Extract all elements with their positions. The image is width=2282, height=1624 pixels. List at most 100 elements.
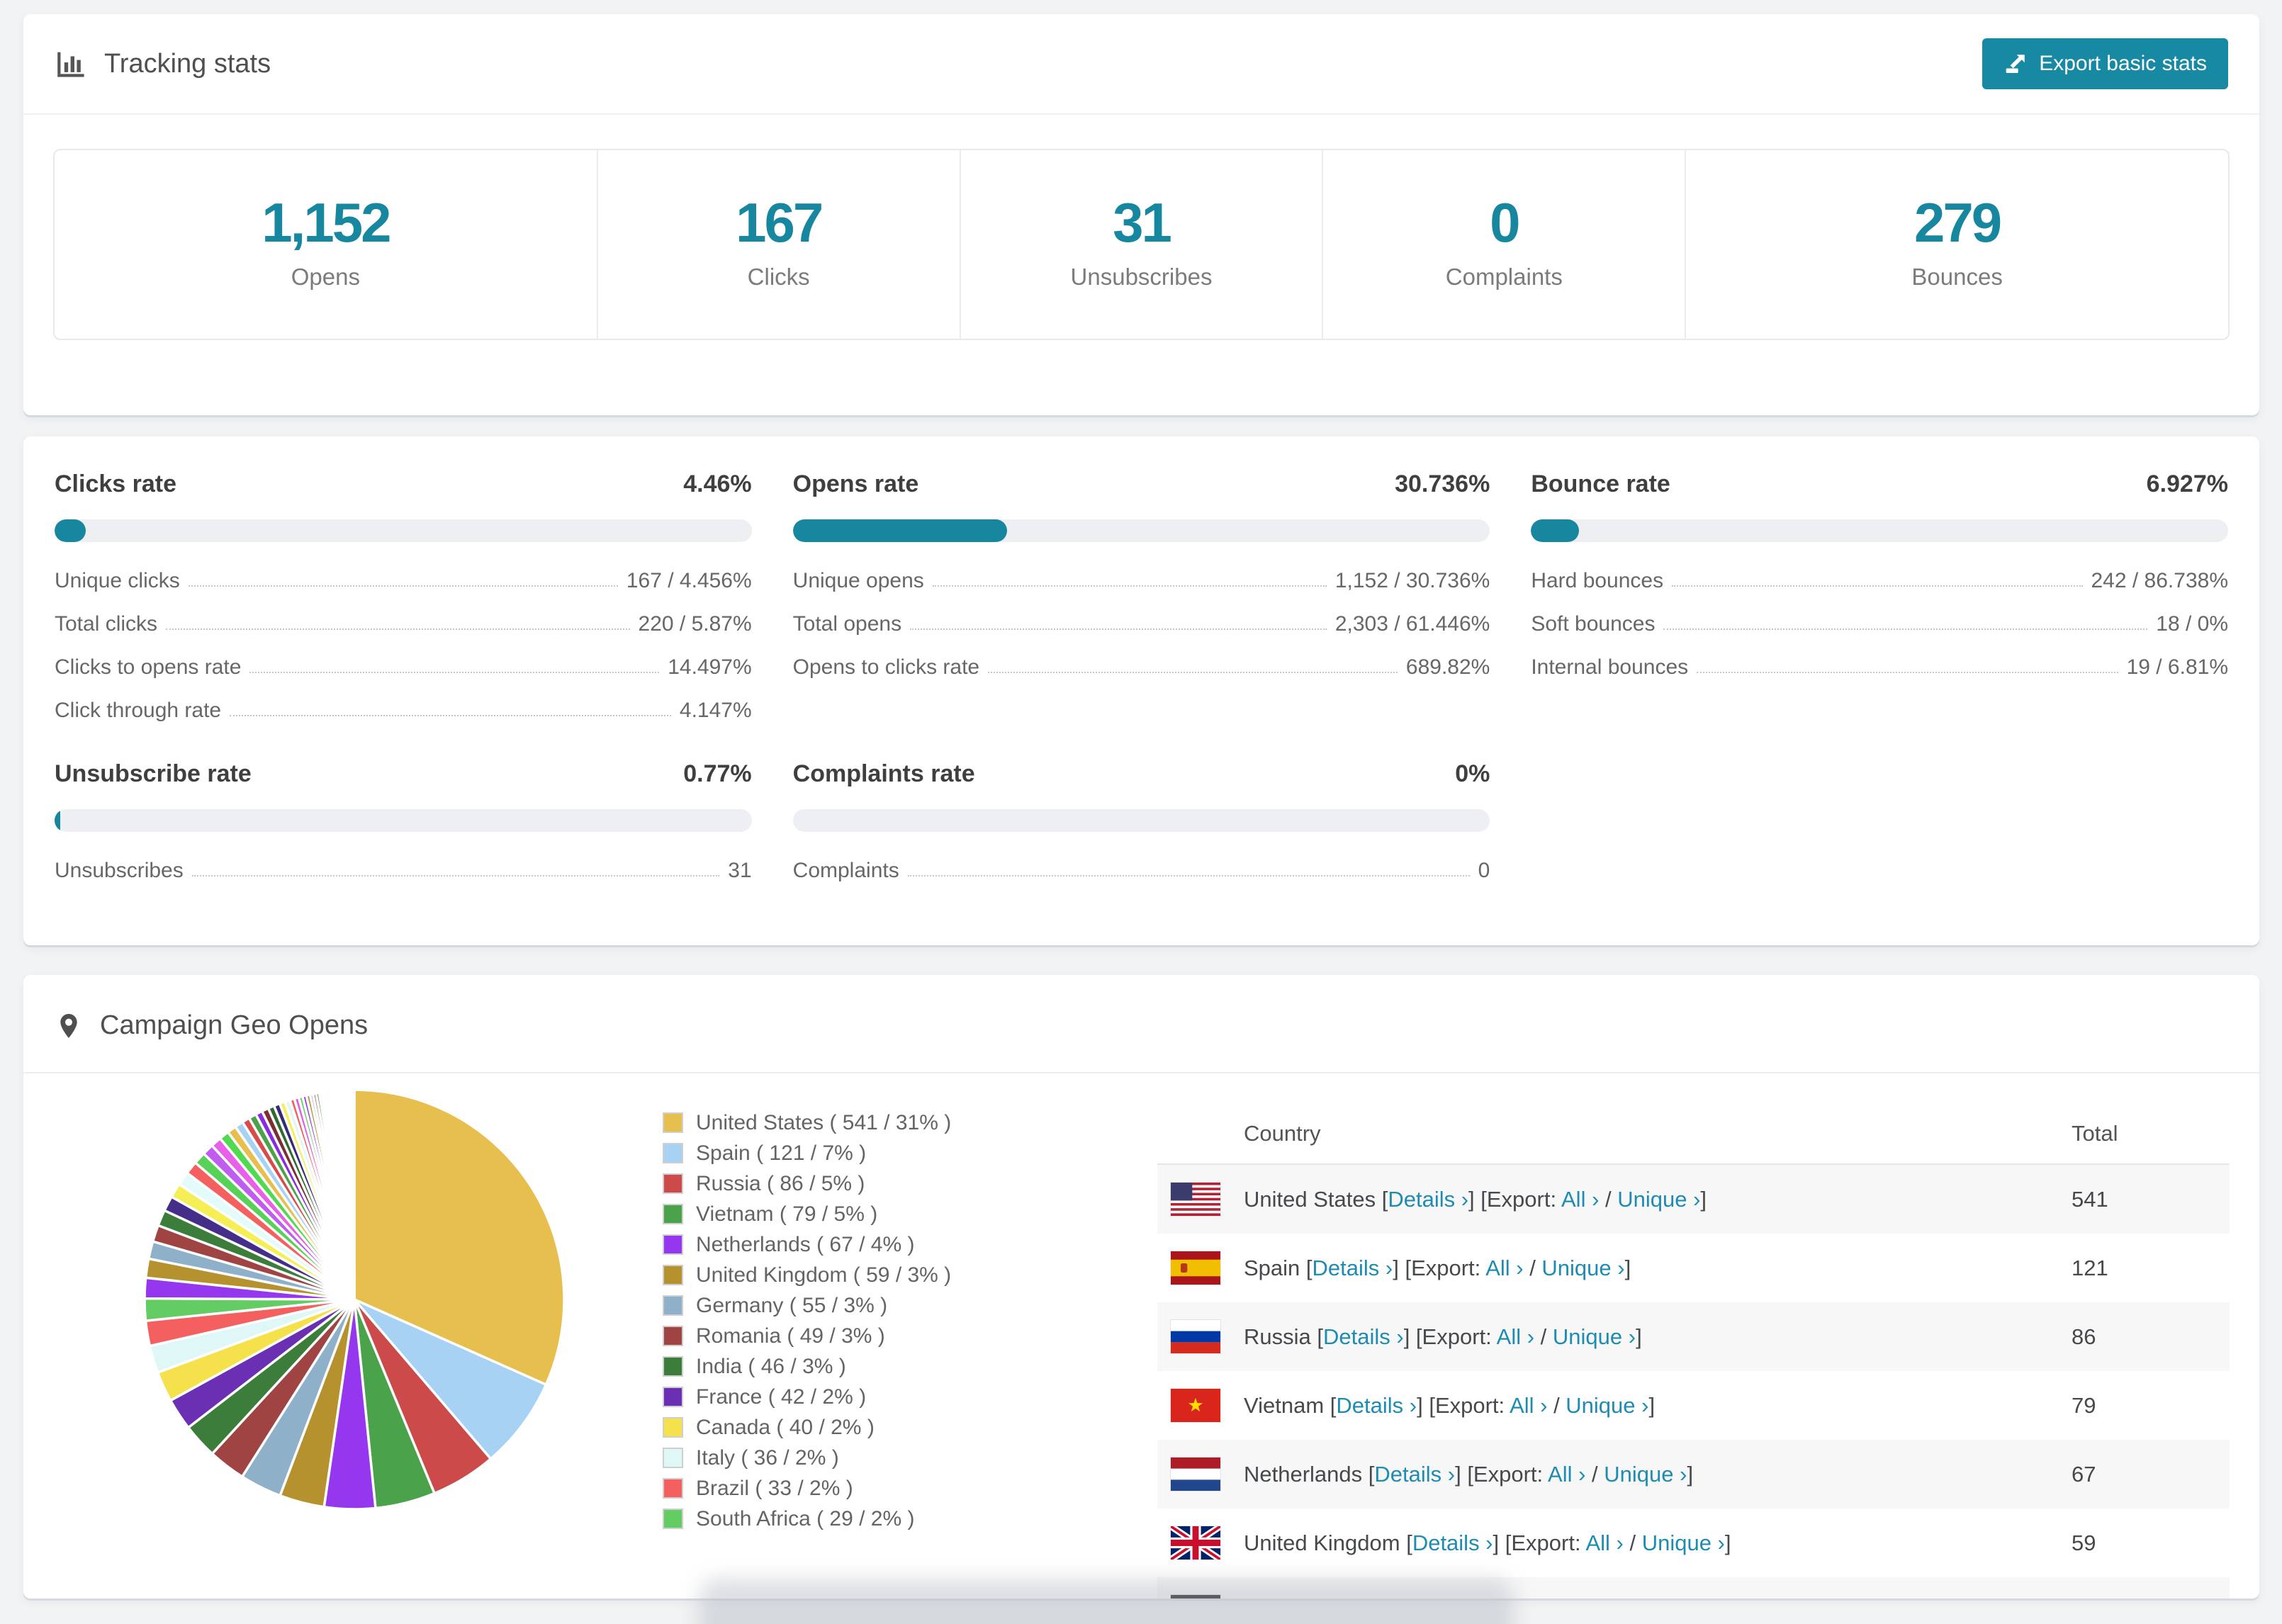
rate-detail-label: Unique opens bbox=[792, 569, 924, 592]
legend-label: Spain ( 121 / 7% ) bbox=[696, 1141, 867, 1165]
dotted-leader bbox=[191, 875, 720, 876]
legend-item[interactable]: Italy ( 36 / 2% ) bbox=[663, 1443, 951, 1473]
rate-detail-value: 31 bbox=[728, 859, 752, 882]
bar-chart-icon bbox=[55, 47, 87, 80]
rate-block-unsubscribe-rate: Unsubscribe rate 0.77% Unsubscribes 31 bbox=[55, 760, 752, 902]
details-link[interactable]: Details › bbox=[1374, 1462, 1455, 1487]
stat-value: 279 bbox=[1914, 191, 2002, 254]
legend-item[interactable]: Romania ( 49 / 3% ) bbox=[663, 1321, 951, 1351]
export-basic-stats-button[interactable]: Export basic stats bbox=[1982, 38, 2228, 89]
progress-bar bbox=[55, 809, 752, 832]
legend-item[interactable]: Netherlands ( 67 / 4% ) bbox=[663, 1229, 951, 1260]
export-unique-link[interactable]: Unique › bbox=[1541, 1256, 1624, 1280]
rate-detail-value: 689.82% bbox=[1405, 655, 1490, 679]
dotted-leader bbox=[230, 715, 671, 716]
legend-label: Romania ( 49 / 3% ) bbox=[696, 1324, 885, 1348]
rate-detail-value: 1,152 / 30.736% bbox=[1334, 569, 1490, 592]
legend-item[interactable]: Spain ( 121 / 7% ) bbox=[663, 1138, 951, 1168]
legend-item[interactable]: United States ( 541 / 31% ) bbox=[663, 1107, 951, 1138]
stats-summary-row: 1,152 Opens 167 Clicks 31 Unsubscribes 0… bbox=[53, 149, 2230, 340]
legend-item[interactable]: Russia ( 86 / 5% ) bbox=[663, 1168, 951, 1199]
page-title-text: Tracking stats bbox=[104, 48, 271, 79]
export-all-link[interactable]: All › bbox=[1561, 1187, 1599, 1212]
column-header-country: Country bbox=[1244, 1121, 1321, 1146]
legend-label: Germany ( 55 / 3% ) bbox=[696, 1293, 888, 1317]
table-row-vn: Vietnam [Details ›] [Export: All › / Uni… bbox=[1157, 1371, 2230, 1440]
legend-label: Brazil ( 33 / 2% ) bbox=[696, 1476, 853, 1500]
legend-label: France ( 42 / 2% ) bbox=[696, 1385, 867, 1409]
legend-label: United Kingdom ( 59 / 3% ) bbox=[696, 1263, 952, 1287]
dotted-leader bbox=[188, 585, 618, 587]
geo-header: Campaign Geo Opens bbox=[23, 975, 2259, 1073]
legend-item[interactable]: Brazil ( 33 / 2% ) bbox=[663, 1473, 951, 1504]
column-header-total: Total bbox=[2072, 1121, 2118, 1146]
rate-title: Bounce rate bbox=[1531, 470, 1670, 497]
export-unique-link[interactable]: Unique › bbox=[1617, 1187, 1700, 1212]
rate-title: Unsubscribe rate bbox=[55, 760, 252, 787]
country-total: 121 bbox=[2072, 1255, 2108, 1280]
export-unique-link[interactable]: Unique › bbox=[1553, 1324, 1636, 1349]
table-row-gb: United Kingdom [Details ›] [Export: All … bbox=[1157, 1509, 2230, 1577]
rate-title: Clicks rate bbox=[55, 470, 176, 497]
legend-item[interactable]: South Africa ( 29 / 2% ) bbox=[663, 1504, 951, 1534]
details-link[interactable]: Details › bbox=[1336, 1393, 1417, 1418]
rate-value: 0.77% bbox=[683, 760, 752, 787]
export-all-link[interactable]: All › bbox=[1585, 1530, 1623, 1555]
dotted-leader bbox=[1672, 585, 2083, 587]
dotted-leader bbox=[907, 875, 1470, 876]
export-unique-link[interactable]: Unique › bbox=[1604, 1462, 1687, 1487]
export-button-label: Export basic stats bbox=[2039, 52, 2207, 75]
export-all-link[interactable]: All › bbox=[1485, 1256, 1523, 1280]
scrollbar-overlay bbox=[699, 1579, 1514, 1624]
flag-es-icon bbox=[1171, 1251, 1220, 1285]
country-name: Spain bbox=[1244, 1255, 1300, 1280]
export-all-link[interactable]: All › bbox=[1497, 1324, 1534, 1349]
legend-item[interactable]: Canada ( 40 / 2% ) bbox=[663, 1412, 951, 1443]
rate-detail-row: Unique opens 1,152 / 30.736% bbox=[793, 569, 1490, 593]
export-all-link[interactable]: All › bbox=[1510, 1393, 1547, 1418]
rate-title: Opens rate bbox=[792, 470, 919, 497]
geo-opens-table: Country Total United States [Details ›] … bbox=[1157, 1103, 2230, 1598]
geo-title-text: Campaign Geo Opens bbox=[100, 1010, 369, 1040]
table-header-row: Country Total bbox=[1157, 1103, 2230, 1165]
rate-detail-value: 242 / 86.738% bbox=[2091, 569, 2229, 592]
table-body: United States [Details ›] [Export: All ›… bbox=[1157, 1165, 2230, 1598]
legend-item[interactable]: India ( 46 / 3% ) bbox=[663, 1351, 951, 1382]
rate-value: 0% bbox=[1455, 760, 1490, 787]
legend-swatch bbox=[663, 1143, 683, 1163]
export-all-link[interactable]: All › bbox=[1548, 1462, 1585, 1487]
legend-item[interactable]: Vietnam ( 79 / 5% ) bbox=[663, 1199, 951, 1229]
details-link[interactable]: Details › bbox=[1323, 1324, 1404, 1349]
legend-item[interactable]: United Kingdom ( 59 / 3% ) bbox=[663, 1260, 951, 1290]
stat-bounces: 279 Bounces bbox=[1685, 150, 2228, 339]
rate-detail-row: Complaints 0 bbox=[793, 859, 1490, 883]
progress-bar bbox=[792, 519, 1490, 542]
country-name: United States bbox=[1244, 1186, 1376, 1212]
export-unique-link[interactable]: Unique › bbox=[1566, 1393, 1648, 1418]
rate-value: 6.927% bbox=[2146, 470, 2228, 497]
rate-detail-label: Unsubscribes bbox=[55, 859, 184, 882]
stat-opens: 1,152 Opens bbox=[55, 150, 597, 339]
legend-swatch bbox=[663, 1234, 683, 1255]
flag-ru-icon bbox=[1171, 1320, 1220, 1353]
rate-detail-row: Total opens 2,303 / 61.446% bbox=[793, 612, 1490, 636]
tracking-stats-header: Tracking stats Export basic stats bbox=[23, 14, 2259, 115]
legend-swatch bbox=[663, 1448, 683, 1468]
details-link[interactable]: Details › bbox=[1388, 1187, 1468, 1212]
dotted-leader bbox=[166, 628, 630, 630]
country-name: Russia bbox=[1244, 1324, 1311, 1349]
geo-opens-pie-chart[interactable] bbox=[128, 1073, 581, 1526]
export-unique-link[interactable]: Unique › bbox=[1642, 1530, 1725, 1555]
rate-detail-row: Opens to clicks rate 689.82% bbox=[793, 655, 1490, 680]
rate-detail-value: 4.147% bbox=[679, 699, 752, 722]
rate-detail-value: 220 / 5.87% bbox=[638, 612, 752, 636]
rate-detail-label: Soft bounces bbox=[1531, 612, 1656, 636]
rate-detail-value: 14.497% bbox=[668, 655, 752, 679]
legend-item[interactable]: France ( 42 / 2% ) bbox=[663, 1382, 951, 1412]
rate-detail-row: Hard bounces 242 / 86.738% bbox=[1531, 569, 2228, 593]
details-link[interactable]: Details › bbox=[1412, 1530, 1493, 1555]
dotted-leader bbox=[1663, 628, 2148, 630]
details-link[interactable]: Details › bbox=[1313, 1256, 1393, 1280]
flag-gb-icon bbox=[1171, 1526, 1220, 1560]
legend-item[interactable]: Germany ( 55 / 3% ) bbox=[663, 1290, 951, 1321]
